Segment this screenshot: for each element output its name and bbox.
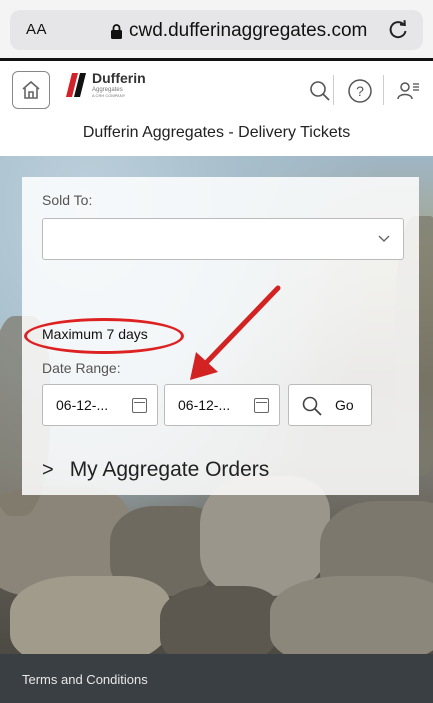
sold-to-label: Sold To: xyxy=(42,192,93,208)
chevron-down-icon xyxy=(378,235,390,242)
footer: Terms and Conditions xyxy=(0,654,433,703)
date-to-value: 06-12-... xyxy=(178,397,231,413)
home-button[interactable] xyxy=(12,71,50,109)
text-size-button[interactable]: AA xyxy=(26,21,47,38)
home-icon xyxy=(22,80,40,99)
logo-sub: Aggregates xyxy=(92,86,123,93)
url-text: cwd.dufferinaggregates.com xyxy=(129,20,368,41)
page-title: Dufferin Aggregates - Delivery Tickets xyxy=(0,120,433,156)
search-icon xyxy=(302,396,322,416)
terms-link[interactable]: Terms and Conditions xyxy=(22,672,148,687)
address-bar[interactable]: AA cwd.dufferinaggregates.com xyxy=(10,10,423,50)
date-to-input[interactable]: 06-12-... xyxy=(164,384,280,426)
my-orders-toggle[interactable]: > My Aggregate Orders xyxy=(42,458,269,482)
user-menu-icon xyxy=(397,82,419,100)
search-icon xyxy=(310,81,330,101)
date-range-label: Date Range: xyxy=(42,360,121,376)
calendar-icon[interactable] xyxy=(254,398,269,413)
search-button[interactable] xyxy=(300,71,340,111)
go-label: Go xyxy=(335,397,354,413)
date-from-value: 06-12-... xyxy=(56,397,109,413)
logo-tagline: A CRH COMPANY xyxy=(92,92,126,98)
date-from-input[interactable]: 06-12-... xyxy=(42,384,158,426)
chevron-right-icon: > xyxy=(42,458,54,481)
help-icon: ? xyxy=(348,79,372,103)
app-header: Dufferin Aggregates A CRH COMPANY ? xyxy=(0,58,433,120)
logo-mark-icon xyxy=(66,73,86,97)
header-divider xyxy=(383,75,384,105)
help-button[interactable]: ? xyxy=(340,71,380,111)
lock-icon xyxy=(111,23,122,39)
reload-icon[interactable] xyxy=(387,18,409,40)
calendar-icon[interactable] xyxy=(132,398,147,413)
my-orders-label: My Aggregate Orders xyxy=(69,458,270,481)
sold-to-select[interactable] xyxy=(42,218,404,260)
company-logo[interactable]: Dufferin Aggregates A CRH COMPANY xyxy=(64,69,146,99)
annotation-circle xyxy=(24,318,184,354)
browser-toolbar: AA cwd.dufferinaggregates.com xyxy=(0,0,433,58)
url-display[interactable]: cwd.dufferinaggregates.com xyxy=(110,20,367,42)
header-divider xyxy=(333,75,334,105)
user-menu-button[interactable] xyxy=(388,71,428,111)
logo-name: Dufferin xyxy=(92,69,146,86)
svg-text:?: ? xyxy=(356,83,364,99)
go-button[interactable]: Go xyxy=(288,384,372,426)
